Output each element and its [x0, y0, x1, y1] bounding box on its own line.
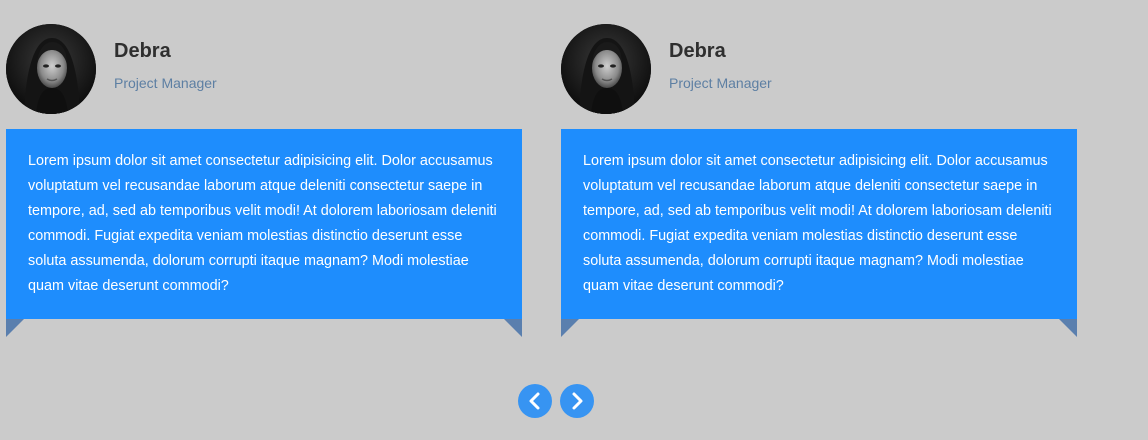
ribbon-fold-left — [561, 319, 579, 337]
next-button[interactable] — [560, 384, 594, 418]
testimonial-author: Debra Project Manager — [6, 24, 522, 114]
quote-box: Lorem ipsum dolor sit amet consectetur a… — [561, 129, 1077, 319]
quote-text: Lorem ipsum dolor sit amet consectetur a… — [583, 153, 1052, 294]
chevron-left-icon — [529, 392, 540, 410]
author-role: Project Manager — [669, 75, 772, 91]
prev-button[interactable] — [518, 384, 552, 418]
author-role: Project Manager — [114, 75, 217, 91]
testimonial-slider: Debra Project Manager Lorem ipsum dolor … — [0, 0, 1148, 440]
author-name: Debra — [114, 40, 171, 62]
ribbon-fold-left — [6, 319, 24, 337]
avatar — [6, 24, 96, 114]
testimonial-author: Debra Project Manager — [561, 24, 1077, 114]
author-name: Debra — [669, 40, 726, 62]
quote-text: Lorem ipsum dolor sit amet consectetur a… — [28, 153, 497, 294]
ribbon-fold-right — [1059, 319, 1077, 337]
chevron-right-icon — [572, 392, 583, 410]
avatar — [561, 24, 651, 114]
quote-box: Lorem ipsum dolor sit amet consectetur a… — [6, 129, 522, 319]
ribbon-fold-right — [504, 319, 522, 337]
